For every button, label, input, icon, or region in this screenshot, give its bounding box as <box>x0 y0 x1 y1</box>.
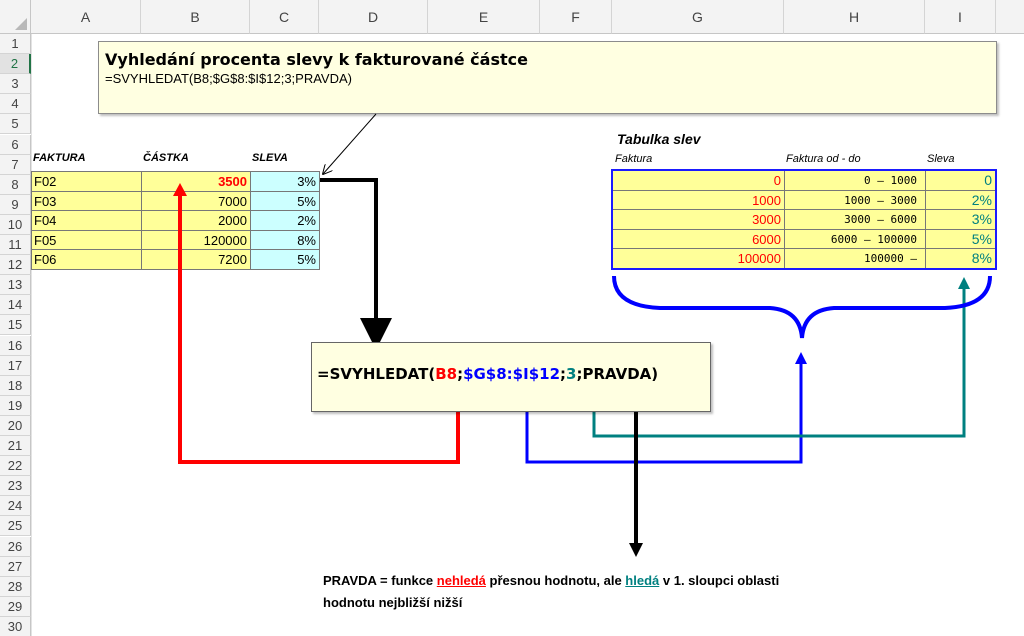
explanation-part1: PRAVDA = funkce <box>323 573 437 588</box>
formula-func: =SVYHLEDAT( <box>317 365 436 383</box>
blue-arrow-head-right <box>795 352 807 364</box>
explanation-hleda: hledá <box>625 573 660 588</box>
brace-icon <box>612 275 992 339</box>
black-arrow-head-down <box>629 543 643 557</box>
formula-col: 3 <box>566 365 577 383</box>
black-arrow-c8 <box>320 178 392 350</box>
annotation-arrows <box>173 113 992 557</box>
formula-box[interactable]: =SVYHLEDAT(B8;$G$8:$I$12;3;PRAVDA) <box>311 342 711 412</box>
red-arrow-line <box>178 192 460 464</box>
explanation-part3: v 1. sloupci oblasti <box>659 573 780 588</box>
explanation-text: PRAVDA = funkce nehledá přesnou hodnotu,… <box>323 570 779 614</box>
formula-tail: ;PRAVDA) <box>576 365 659 383</box>
callout-pointer-line <box>323 113 377 174</box>
red-arrow-head-top <box>173 183 187 196</box>
formula-text: =SVYHLEDAT(B8;$G$8:$I$12;3;PRAVDA) <box>317 365 658 383</box>
explanation-nehleda: nehledá <box>436 573 486 588</box>
explanation-line-1: PRAVDA = funkce nehledá přesnou hodnotu,… <box>323 570 779 592</box>
explanation-line-2: hodnotu nejbližší nižší <box>323 595 463 610</box>
formula-range: $G$8:$I$12 <box>463 365 561 383</box>
formula-b8: B8 <box>435 365 458 383</box>
explanation-part2: přesnou hodnotu, ale <box>485 573 626 588</box>
teal-arrow-head-right <box>958 277 970 289</box>
